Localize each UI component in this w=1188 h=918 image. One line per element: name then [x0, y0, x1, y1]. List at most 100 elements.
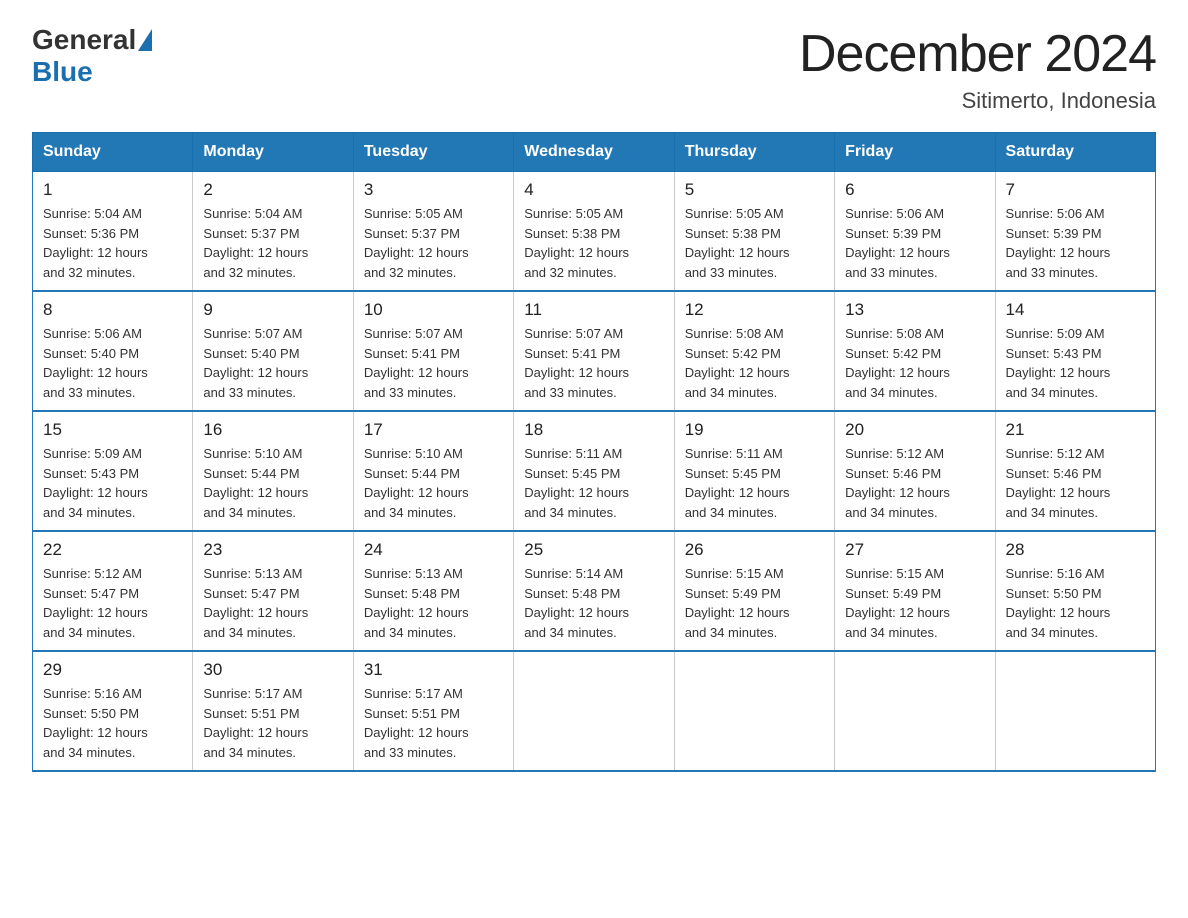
day-cell: 21 Sunrise: 5:12 AMSunset: 5:46 PMDayligh…	[995, 411, 1155, 531]
day-cell: 4 Sunrise: 5:05 AMSunset: 5:38 PMDaylight…	[514, 172, 674, 292]
day-number: 16	[203, 420, 342, 440]
day-number: 12	[685, 300, 824, 320]
day-number: 3	[364, 180, 503, 200]
logo-blue-text: Blue	[32, 56, 93, 88]
day-number: 25	[524, 540, 663, 560]
day-info: Sunrise: 5:05 AMSunset: 5:38 PMDaylight:…	[524, 204, 663, 282]
day-info: Sunrise: 5:04 AMSunset: 5:37 PMDaylight:…	[203, 204, 342, 282]
logo-triangle-icon	[138, 29, 152, 51]
day-cell: 1 Sunrise: 5:04 AMSunset: 5:36 PMDaylight…	[33, 172, 193, 292]
day-info: Sunrise: 5:11 AMSunset: 5:45 PMDaylight:…	[685, 444, 824, 522]
day-number: 22	[43, 540, 182, 560]
day-number: 10	[364, 300, 503, 320]
day-number: 21	[1006, 420, 1145, 440]
header-sunday: Sunday	[33, 133, 193, 172]
day-info: Sunrise: 5:16 AMSunset: 5:50 PMDaylight:…	[1006, 564, 1145, 642]
header-friday: Friday	[835, 133, 995, 172]
day-info: Sunrise: 5:05 AMSunset: 5:38 PMDaylight:…	[685, 204, 824, 282]
day-number: 19	[685, 420, 824, 440]
week-row-3: 15 Sunrise: 5:09 AMSunset: 5:43 PMDayligh…	[33, 411, 1156, 531]
day-info: Sunrise: 5:10 AMSunset: 5:44 PMDaylight:…	[364, 444, 503, 522]
day-number: 28	[1006, 540, 1145, 560]
calendar-table: SundayMondayTuesdayWednesdayThursdayFrid…	[32, 132, 1156, 772]
header-monday: Monday	[193, 133, 353, 172]
page-header: General Blue December 2024 Sitimerto, In…	[32, 24, 1156, 114]
day-info: Sunrise: 5:12 AMSunset: 5:46 PMDaylight:…	[845, 444, 984, 522]
day-cell: 17 Sunrise: 5:10 AMSunset: 5:44 PMDayligh…	[353, 411, 513, 531]
day-info: Sunrise: 5:07 AMSunset: 5:40 PMDaylight:…	[203, 324, 342, 402]
header-thursday: Thursday	[674, 133, 834, 172]
day-number: 26	[685, 540, 824, 560]
day-cell: 30Sunrise: 5:17 AMSunset: 5:51 PMDayligh…	[193, 651, 353, 771]
logo: General Blue	[32, 24, 154, 88]
day-cell: 16Sunrise: 5:10 AMSunset: 5:44 PMDayligh…	[193, 411, 353, 531]
day-number: 14	[1006, 300, 1145, 320]
day-number: 8	[43, 300, 182, 320]
day-info: Sunrise: 5:11 AMSunset: 5:45 PMDaylight:…	[524, 444, 663, 522]
day-info: Sunrise: 5:07 AMSunset: 5:41 PMDaylight:…	[524, 324, 663, 402]
day-info: Sunrise: 5:12 AMSunset: 5:47 PMDaylight:…	[43, 564, 182, 642]
day-cell: 28 Sunrise: 5:16 AMSunset: 5:50 PMDayligh…	[995, 531, 1155, 651]
day-cell	[995, 651, 1155, 771]
day-cell: 19 Sunrise: 5:11 AMSunset: 5:45 PMDayligh…	[674, 411, 834, 531]
day-info: Sunrise: 5:13 AMSunset: 5:47 PMDaylight:…	[203, 564, 342, 642]
day-cell: 25Sunrise: 5:14 AMSunset: 5:48 PMDayligh…	[514, 531, 674, 651]
day-number: 2	[203, 180, 342, 200]
day-cell: 6Sunrise: 5:06 AMSunset: 5:39 PMDaylight…	[835, 172, 995, 292]
day-info: Sunrise: 5:08 AMSunset: 5:42 PMDaylight:…	[845, 324, 984, 402]
header-tuesday: Tuesday	[353, 133, 513, 172]
day-info: Sunrise: 5:04 AMSunset: 5:36 PMDaylight:…	[43, 204, 182, 282]
day-cell: 3 Sunrise: 5:05 AMSunset: 5:37 PMDaylight…	[353, 172, 513, 292]
day-number: 4	[524, 180, 663, 200]
day-cell: 11 Sunrise: 5:07 AMSunset: 5:41 PMDayligh…	[514, 291, 674, 411]
day-cell: 31 Sunrise: 5:17 AMSunset: 5:51 PMDayligh…	[353, 651, 513, 771]
day-info: Sunrise: 5:12 AMSunset: 5:46 PMDaylight:…	[1006, 444, 1145, 522]
day-cell: 8 Sunrise: 5:06 AMSunset: 5:40 PMDaylight…	[33, 291, 193, 411]
day-cell: 7 Sunrise: 5:06 AMSunset: 5:39 PMDaylight…	[995, 172, 1155, 292]
day-info: Sunrise: 5:15 AMSunset: 5:49 PMDaylight:…	[685, 564, 824, 642]
day-cell: 26 Sunrise: 5:15 AMSunset: 5:49 PMDayligh…	[674, 531, 834, 651]
day-info: Sunrise: 5:05 AMSunset: 5:37 PMDaylight:…	[364, 204, 503, 282]
day-cell: 22 Sunrise: 5:12 AMSunset: 5:47 PMDayligh…	[33, 531, 193, 651]
week-row-2: 8 Sunrise: 5:06 AMSunset: 5:40 PMDaylight…	[33, 291, 1156, 411]
header-saturday: Saturday	[995, 133, 1155, 172]
day-cell: 13 Sunrise: 5:08 AMSunset: 5:42 PMDayligh…	[835, 291, 995, 411]
day-number: 18	[524, 420, 663, 440]
day-number: 29	[43, 660, 182, 680]
day-info: Sunrise: 5:06 AMSunset: 5:39 PMDaylight:…	[845, 204, 984, 282]
day-cell	[835, 651, 995, 771]
day-info: Sunrise: 5:09 AMSunset: 5:43 PMDaylight:…	[1006, 324, 1145, 402]
day-cell: 29 Sunrise: 5:16 AMSunset: 5:50 PMDayligh…	[33, 651, 193, 771]
day-number: 17	[364, 420, 503, 440]
day-info: Sunrise: 5:06 AMSunset: 5:40 PMDaylight:…	[43, 324, 182, 402]
day-number: 11	[524, 300, 663, 320]
day-cell: 5Sunrise: 5:05 AMSunset: 5:38 PMDaylight…	[674, 172, 834, 292]
day-info: Sunrise: 5:06 AMSunset: 5:39 PMDaylight:…	[1006, 204, 1145, 282]
day-cell	[674, 651, 834, 771]
day-info: Sunrise: 5:15 AMSunset: 5:49 PMDaylight:…	[845, 564, 984, 642]
subtitle: Sitimerto, Indonesia	[799, 88, 1156, 114]
day-number: 24	[364, 540, 503, 560]
title-block: December 2024 Sitimerto, Indonesia	[799, 24, 1156, 114]
day-cell: 27Sunrise: 5:15 AMSunset: 5:49 PMDayligh…	[835, 531, 995, 651]
day-info: Sunrise: 5:17 AMSunset: 5:51 PMDaylight:…	[364, 684, 503, 762]
day-cell: 20Sunrise: 5:12 AMSunset: 5:46 PMDayligh…	[835, 411, 995, 531]
day-info: Sunrise: 5:08 AMSunset: 5:42 PMDaylight:…	[685, 324, 824, 402]
week-row-1: 1 Sunrise: 5:04 AMSunset: 5:36 PMDaylight…	[33, 172, 1156, 292]
day-cell: 10Sunrise: 5:07 AMSunset: 5:41 PMDayligh…	[353, 291, 513, 411]
day-cell: 14 Sunrise: 5:09 AMSunset: 5:43 PMDayligh…	[995, 291, 1155, 411]
day-number: 1	[43, 180, 182, 200]
day-number: 13	[845, 300, 984, 320]
week-row-4: 22 Sunrise: 5:12 AMSunset: 5:47 PMDayligh…	[33, 531, 1156, 651]
day-info: Sunrise: 5:16 AMSunset: 5:50 PMDaylight:…	[43, 684, 182, 762]
day-info: Sunrise: 5:09 AMSunset: 5:43 PMDaylight:…	[43, 444, 182, 522]
day-number: 30	[203, 660, 342, 680]
day-number: 7	[1006, 180, 1145, 200]
day-cell	[514, 651, 674, 771]
logo-general-text: General	[32, 24, 136, 56]
day-cell: 12 Sunrise: 5:08 AMSunset: 5:42 PMDayligh…	[674, 291, 834, 411]
day-cell: 9 Sunrise: 5:07 AMSunset: 5:40 PMDaylight…	[193, 291, 353, 411]
day-number: 31	[364, 660, 503, 680]
day-number: 9	[203, 300, 342, 320]
day-number: 15	[43, 420, 182, 440]
